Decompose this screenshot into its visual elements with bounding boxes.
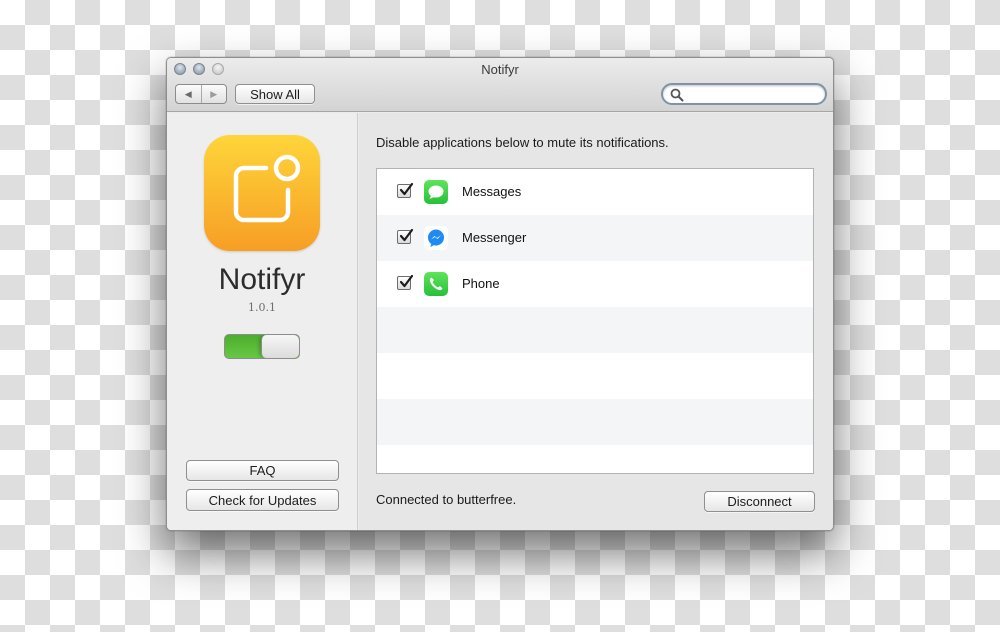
search-input[interactable] xyxy=(687,86,817,102)
preferences-window: Notifyr ◀ ▶ Show All Notifyr 1.0.1 FAQ C… xyxy=(166,57,834,531)
messenger-icon xyxy=(424,226,448,250)
list-item[interactable]: Messenger xyxy=(377,215,813,261)
app-checkbox[interactable] xyxy=(397,182,414,198)
search-icon xyxy=(670,88,684,102)
check-for-updates-button[interactable]: Check for Updates xyxy=(186,489,339,511)
phone-icon xyxy=(424,272,448,296)
search-field[interactable] xyxy=(661,83,827,105)
forward-button[interactable]: ▶ xyxy=(200,85,227,103)
app-name: Notifyr xyxy=(218,263,306,296)
title-bar: Notifyr ◀ ▶ Show All xyxy=(167,58,833,112)
app-name-label: Phone xyxy=(462,276,500,291)
app-checkbox[interactable] xyxy=(397,228,414,244)
connection-status: Connected to butterfree. xyxy=(376,492,517,507)
enable-toggle[interactable] xyxy=(224,334,300,359)
app-list: Messages Messenger Phone xyxy=(376,168,814,474)
left-triangle-icon: ◀ xyxy=(184,88,192,99)
empty-row xyxy=(377,445,813,473)
window-title: Notifyr xyxy=(481,62,519,77)
back-forward-control: ◀ ▶ xyxy=(175,84,227,104)
app-name-label: Messages xyxy=(462,184,522,199)
app-version: 1.0.1 xyxy=(248,301,276,314)
empty-row xyxy=(377,307,813,353)
right-triangle-icon: ▶ xyxy=(210,88,218,99)
instruction-text: Disable applications below to mute its n… xyxy=(376,135,669,150)
empty-row xyxy=(377,399,813,445)
list-item[interactable]: Messages xyxy=(377,169,813,215)
checkmark-icon xyxy=(399,274,414,288)
main-panel: Disable applications below to mute its n… xyxy=(359,113,833,530)
toggle-knob[interactable] xyxy=(261,335,299,358)
app-checkbox[interactable] xyxy=(397,274,414,290)
show-all-button[interactable]: Show All xyxy=(235,84,315,104)
sidebar: Notifyr 1.0.1 FAQ Check for Updates xyxy=(167,113,358,530)
list-item[interactable]: Phone xyxy=(377,261,813,307)
app-name-label: Messenger xyxy=(462,230,527,245)
faq-button[interactable]: FAQ xyxy=(186,460,339,481)
disconnect-button[interactable]: Disconnect xyxy=(704,491,815,512)
empty-row xyxy=(377,353,813,399)
checkmark-icon xyxy=(399,228,414,242)
checkmark-icon xyxy=(399,182,414,196)
back-button[interactable]: ◀ xyxy=(176,85,201,103)
messages-icon xyxy=(424,180,448,204)
notification-badge-icon xyxy=(204,135,320,251)
